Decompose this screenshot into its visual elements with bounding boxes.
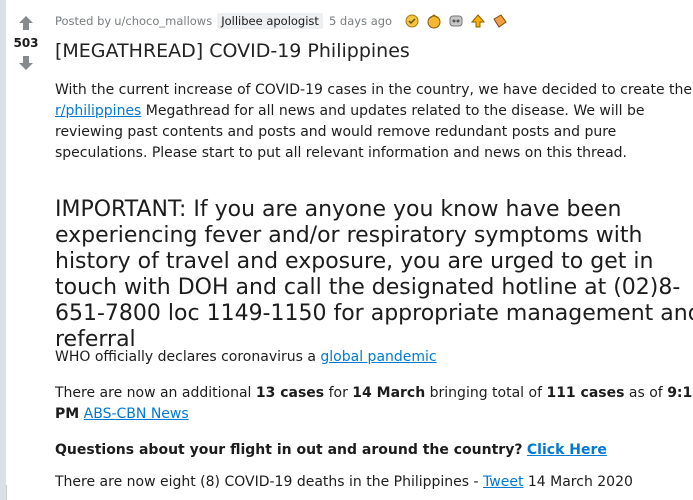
upvote-icon[interactable] — [18, 15, 34, 31]
intro-paragraph: With the current increase of COVID-19 ca… — [55, 80, 693, 164]
abs-cbn-news-link[interactable]: ABS-CBN News — [84, 406, 189, 422]
award-icon[interactable] — [404, 13, 420, 29]
intro-text: With the current increase of COVID-19 ca… — [55, 82, 692, 98]
deaths-date: 14 March 2020 — [523, 474, 633, 490]
post-meta: Posted by u/choco_mallows Jollibee apolo… — [55, 13, 508, 29]
awards-row — [398, 13, 508, 29]
deaths-paragraph: There are now eight (8) COVID-19 deaths … — [55, 472, 633, 493]
who-text: WHO officially declares coronavirus a — [55, 349, 321, 365]
award-icon[interactable] — [426, 13, 442, 29]
intro-rest: Megathread for all news and updates rela… — [55, 103, 645, 161]
questions-paragraph: Questions about your flight in out and a… — [55, 440, 607, 461]
new-cases-count: 13 cases — [255, 385, 325, 401]
total-cases-count: 111 cases — [546, 385, 625, 401]
cases-text: bringing total of — [425, 385, 547, 401]
downvote-icon[interactable] — [18, 55, 34, 71]
subreddit-link[interactable]: r/philippines — [55, 103, 141, 119]
click-here-link[interactable]: Click Here — [527, 442, 607, 458]
post-body: With the current increase of COVID-19 ca… — [55, 80, 693, 164]
vote-score: 503 — [13, 36, 39, 50]
cases-date: 14 March — [352, 385, 426, 401]
cases-text: as of — [624, 385, 668, 401]
cases-paragraph: There are now an additional 13 cases for… — [55, 383, 693, 425]
cases-text: for — [324, 385, 353, 401]
award-icon[interactable] — [492, 13, 508, 29]
post-time-link[interactable]: 5 days ago — [329, 14, 392, 28]
cases-text: There are now an additional — [55, 385, 256, 401]
tweet-link[interactable]: Tweet — [483, 474, 523, 490]
user-flair: Jollibee apologist — [217, 13, 323, 29]
vote-column: 503 — [6, 0, 46, 485]
deaths-text: There are now eight (8) COVID-19 deaths … — [55, 474, 484, 490]
award-icon[interactable] — [448, 13, 464, 29]
questions-text: Questions about your flight in out and a… — [55, 442, 523, 458]
global-pandemic-link[interactable]: global pandemic — [320, 349, 436, 365]
posted-by-label: Posted by — [55, 14, 112, 28]
post-title[interactable]: [MEGATHREAD] COVID-19 Philippines — [55, 40, 410, 62]
important-notice: IMPORTANT: If you are anyone you know ha… — [55, 197, 693, 352]
who-paragraph: WHO officially declares coronavirus a gl… — [55, 347, 437, 368]
author-link[interactable]: u/choco_mallows — [114, 14, 212, 28]
award-icon[interactable] — [470, 13, 486, 29]
